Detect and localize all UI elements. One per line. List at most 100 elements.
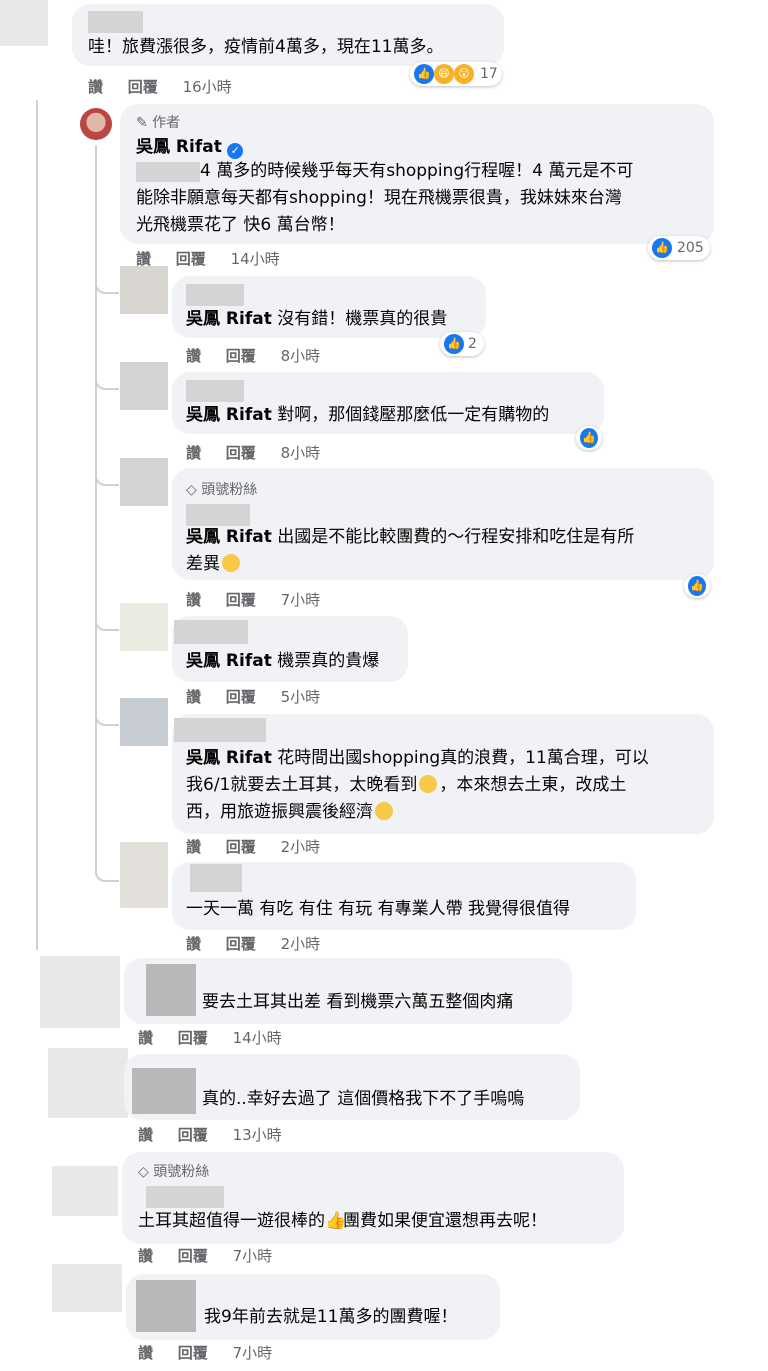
timestamp[interactable]: 7小時 — [281, 591, 321, 609]
avatar[interactable] — [120, 362, 168, 410]
timestamp[interactable]: 16小時 — [183, 78, 232, 96]
comment-text-line: 我6/1就要去土耳其，太晚看到 ，本來想去土東，改成土 — [186, 775, 627, 795]
pencil-icon: ✎ — [136, 115, 148, 131]
comment-actions: 讚 回覆 16小時 — [88, 76, 232, 97]
reply-button[interactable]: 回覆 — [226, 838, 256, 856]
like-button[interactable]: 讚 — [186, 347, 201, 365]
like-button[interactable]: 讚 — [186, 591, 201, 609]
comment-actions: 讚 回覆 7小時 — [138, 1245, 272, 1266]
timestamp[interactable]: 2小時 — [281, 935, 321, 953]
avatar[interactable] — [48, 1048, 128, 1118]
comment-text: 要去土耳其出差 看到機票六萬五整個肉痛 — [202, 992, 514, 1012]
timestamp[interactable]: 13小時 — [233, 1126, 282, 1144]
avatar[interactable] — [120, 458, 168, 506]
thumbs-up-emoji-icon: 👍 — [325, 1211, 347, 1231]
reaction-summary[interactable]: 👍 2 — [440, 332, 484, 356]
commenter-name[interactable]: 吳鳳 Rifat ✓ — [136, 134, 244, 161]
reply-connector — [95, 462, 119, 486]
reaction-summary[interactable]: 👍 — [684, 574, 710, 598]
like-button[interactable]: 讚 — [186, 688, 201, 706]
comment-text-line: 吳鳳 Rifat 花時間出國shopping真的浪費，11萬合理，可以 — [186, 748, 649, 768]
comment-actions: 讚 回覆 7小時 — [186, 589, 320, 610]
verified-icon: ✓ — [227, 143, 244, 159]
like-button[interactable]: 讚 — [138, 1344, 153, 1362]
commenter-name-redacted[interactable] — [174, 620, 248, 644]
commenter-name-redacted[interactable] — [132, 1068, 196, 1114]
reply-button[interactable]: 回覆 — [226, 347, 256, 365]
timestamp[interactable]: 14小時 — [233, 1029, 282, 1047]
reply-connector — [95, 366, 119, 390]
reply-button[interactable]: 回覆 — [178, 1126, 208, 1144]
comment-actions: 讚 回覆 8小時 — [186, 345, 320, 366]
commenter-name-redacted[interactable] — [186, 504, 250, 526]
reaction-count: 2 — [468, 336, 477, 352]
top-fan-badge: ◇ 頭號粉絲 — [138, 1164, 210, 1180]
like-icon: 👍 — [444, 334, 464, 354]
timestamp[interactable]: 7小時 — [233, 1344, 273, 1362]
avatar[interactable] — [40, 956, 120, 1028]
reply-button[interactable]: 回覆 — [226, 688, 256, 706]
commenter-name-redacted[interactable] — [146, 1186, 224, 1208]
reply-button[interactable]: 回覆 — [176, 250, 206, 268]
timestamp[interactable]: 8小時 — [281, 444, 321, 462]
reply-button[interactable]: 回覆 — [178, 1247, 208, 1265]
reaction-summary[interactable]: 👍 😆 😮 17 — [410, 62, 502, 86]
reply-button[interactable]: 回覆 — [226, 935, 256, 953]
commenter-name-redacted[interactable] — [186, 380, 244, 402]
avatar[interactable] — [120, 842, 168, 908]
reply-button[interactable]: 回覆 — [178, 1029, 208, 1047]
comment-text: 吳鳳 Rifat 對啊，那個錢壓那麼低一定有購物的 — [186, 405, 550, 425]
avatar[interactable] — [0, 0, 48, 46]
comment-text-line: 光飛機票花了 快6 萬台幣！ — [136, 215, 345, 235]
commenter-name-redacted[interactable] — [88, 11, 143, 33]
reaction-summary[interactable]: 👍 — [576, 426, 602, 450]
like-button[interactable]: 讚 — [138, 1126, 153, 1144]
like-button[interactable]: 讚 — [186, 838, 201, 856]
reply-button[interactable]: 回覆 — [178, 1344, 208, 1362]
smile-emoji-icon — [222, 554, 240, 572]
avatar[interactable] — [52, 1166, 118, 1216]
comment-text: 真的..幸好去過了 這個價格我下不了手嗚嗚 — [202, 1089, 525, 1109]
diamond-icon: ◇ — [138, 1164, 149, 1180]
author-avatar[interactable] — [80, 108, 112, 140]
like-button[interactable]: 讚 — [186, 444, 201, 462]
comment-actions: 讚 回覆 8小時 — [186, 442, 320, 463]
avatar[interactable] — [120, 266, 168, 314]
reaction-count: 205 — [677, 240, 704, 256]
reply-button[interactable]: 回覆 — [226, 591, 256, 609]
comment-text-line: 能除非願意每天都有shopping！現在飛機票很貴，我妹妹來台灣 — [136, 188, 622, 208]
like-button[interactable]: 讚 — [138, 1029, 153, 1047]
commenter-name-redacted[interactable] — [136, 1280, 196, 1332]
reaction-count: 17 — [480, 66, 498, 82]
author-badge: ✎ 作者 — [136, 115, 181, 131]
like-button[interactable]: 讚 — [88, 78, 103, 96]
avatar[interactable] — [120, 698, 168, 746]
timestamp[interactable]: 7小時 — [233, 1247, 273, 1265]
avatar[interactable] — [120, 603, 168, 651]
top-fan-badge: ◇ 頭號粉絲 — [186, 482, 258, 498]
comment-text: 吳鳳 Rifat 沒有錯！機票真的很貴 — [186, 309, 448, 329]
commenter-name-redacted[interactable] — [190, 864, 242, 892]
like-button[interactable]: 讚 — [186, 935, 201, 953]
reply-button[interactable]: 回覆 — [128, 78, 158, 96]
timestamp[interactable]: 5小時 — [281, 688, 321, 706]
comment-text: 一天一萬 有吃 有住 有玩 有專業人帶 我覺得很值得 — [186, 899, 571, 919]
commenter-name-redacted[interactable] — [146, 964, 196, 1016]
reply-button[interactable]: 回覆 — [226, 444, 256, 462]
like-icon: 👍 — [580, 428, 598, 448]
like-icon: 👍 — [652, 238, 672, 258]
comment-text: 哇！旅費漲很多，疫情前4萬多，現在11萬多。 — [88, 37, 444, 57]
reaction-summary[interactable]: 👍 205 — [648, 236, 710, 260]
timestamp[interactable]: 8小時 — [281, 347, 321, 365]
commenter-name-redacted[interactable] — [174, 718, 266, 742]
timestamp[interactable]: 14小時 — [231, 250, 280, 268]
commenter-name-redacted[interactable] — [186, 284, 244, 306]
comment-text: 吳鳳 Rifat 機票真的貴爆 — [186, 651, 380, 671]
timestamp[interactable]: 2小時 — [281, 838, 321, 856]
like-button[interactable]: 讚 — [138, 1247, 153, 1265]
mentioned-name-redacted[interactable] — [136, 162, 200, 182]
like-icon: 👍 — [688, 576, 706, 596]
reply-connector — [95, 607, 119, 631]
wow-icon: 😮 — [454, 64, 474, 84]
avatar[interactable] — [52, 1264, 122, 1312]
